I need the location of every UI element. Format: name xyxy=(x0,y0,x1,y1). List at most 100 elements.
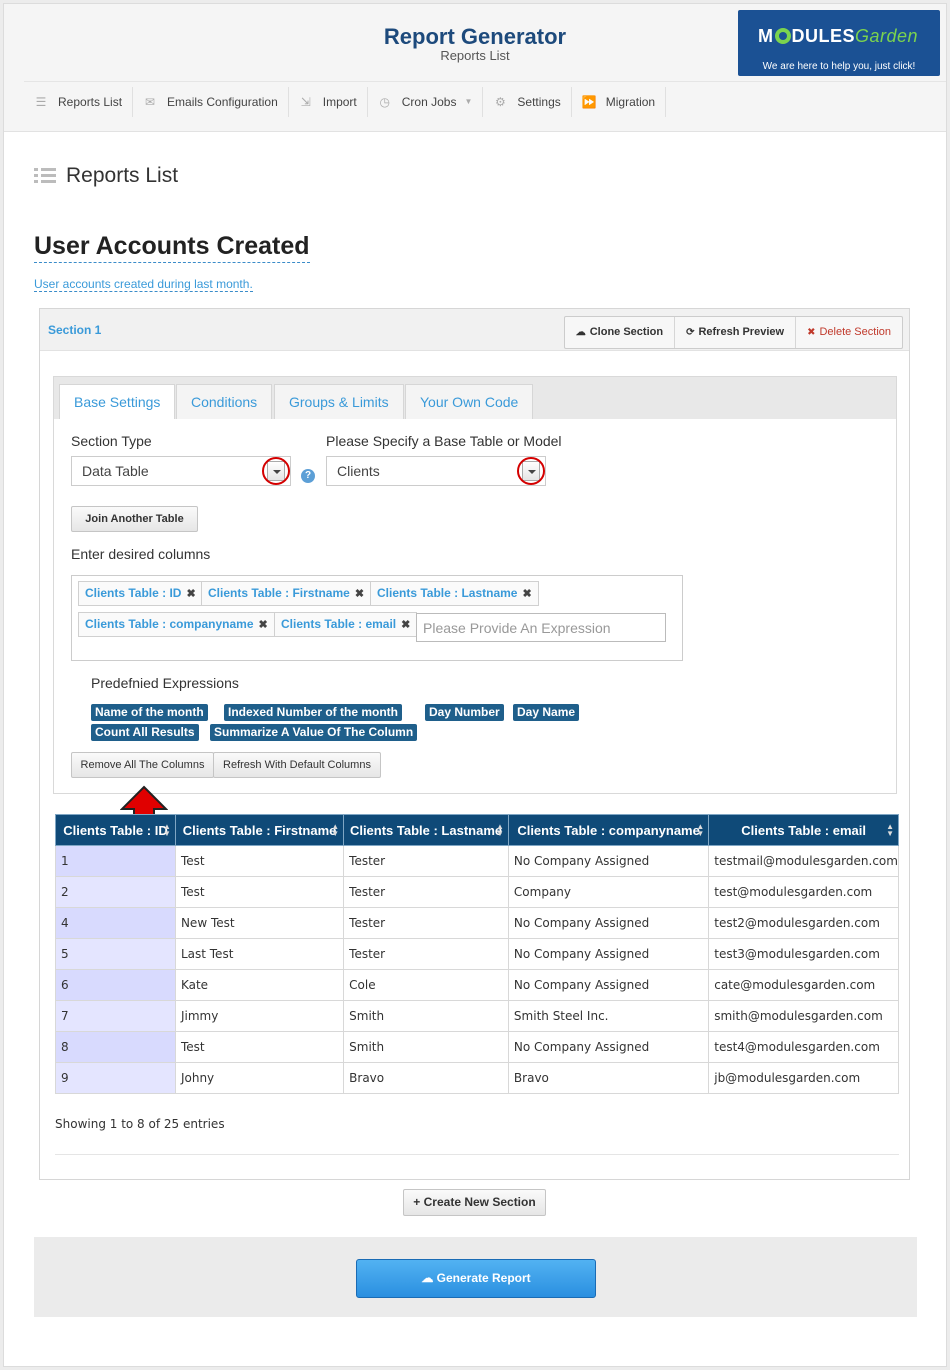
report-name-editable[interactable]: User Accounts Created xyxy=(34,232,310,263)
logo-globe-icon xyxy=(774,28,791,44)
preview-table: Clients Table : ID ▲ ▼ Clients Table : Fir… xyxy=(55,814,899,1094)
cell-companyname: No Company Assigned xyxy=(507,1031,710,1063)
table-row: 2 Test Tester Company test@modulesgarden… xyxy=(55,876,899,908)
report-description-editable[interactable]: User accounts created during last month. xyxy=(34,277,253,292)
remove-chip-icon[interactable]: ✖ xyxy=(522,588,531,600)
generate-report-button[interactable]: ☁ Generate Report xyxy=(356,1259,596,1298)
delete-section-button[interactable]: ✖ Delete Section xyxy=(796,317,902,348)
expression-count-all-results[interactable]: Count All Results xyxy=(91,724,199,741)
nav-import[interactable]: ⇲ Import xyxy=(289,86,368,117)
logo-brand: M DULESGarden xyxy=(758,26,919,46)
column-header-companyname[interactable]: Clients Table : companyname ▲ ▼ xyxy=(507,814,710,846)
sort-icon: ▲ ▼ xyxy=(886,822,894,838)
column-header-id[interactable]: Clients Table : ID ▲ ▼ xyxy=(55,814,176,846)
nav-migration[interactable]: ⏩ Migration xyxy=(572,86,667,117)
refresh-preview-button[interactable]: ⟳ Refresh Preview xyxy=(675,317,797,348)
tab-your-own-code[interactable]: Your Own Code xyxy=(405,384,534,419)
base-table-label: Please Specify a Base Table or Model xyxy=(326,433,562,449)
divider xyxy=(55,1154,899,1155)
join-another-table-button[interactable]: Join Another Table xyxy=(71,506,198,532)
column-chip: Clients Table : ID ✖ xyxy=(78,581,203,606)
cell-firstname: Test xyxy=(174,876,345,908)
cell-firstname: Johny xyxy=(174,1062,345,1094)
cell-email: test4@modulesgarden.com xyxy=(708,1031,899,1063)
remove-chip-icon[interactable]: ✖ xyxy=(355,588,364,600)
cloud-icon: ☁ xyxy=(575,327,586,338)
nav-label: Reports List xyxy=(58,94,123,109)
cell-companyname: No Company Assigned xyxy=(507,938,710,970)
expression-day-number[interactable]: Day Number xyxy=(425,704,504,721)
expression-summarize-value[interactable]: Summarize A Value Of The Column xyxy=(210,724,418,741)
nav-cron-jobs[interactable]: ◷ Cron Jobs ▼ xyxy=(368,86,484,117)
section-type-select[interactable]: Data Table xyxy=(71,456,291,486)
nav-reports-list[interactable]: ☰ Reports List xyxy=(24,86,134,117)
table-row: 7 Jimmy Smith Smith Steel Inc. smith@mod… xyxy=(55,1000,899,1032)
envelope-icon: ✉ xyxy=(145,94,156,109)
section-button-group: ☁ Clone Section ⟳ Refresh Preview ✖ Delete … xyxy=(563,316,903,349)
cell-companyname: No Company Assigned xyxy=(507,907,710,939)
cell-lastname: Bravo xyxy=(343,1062,509,1094)
tab-conditions[interactable]: Conditions xyxy=(176,384,273,419)
cell-email: test@modulesgarden.com xyxy=(708,876,899,908)
column-chip: Clients Table : companyname ✖ xyxy=(78,612,275,637)
remove-chip-icon[interactable]: ✖ xyxy=(186,588,195,600)
section-type-value: Data Table xyxy=(82,463,149,479)
tab-groups-limits[interactable]: Groups & Limits xyxy=(274,384,404,419)
tab-base-settings[interactable]: Base Settings xyxy=(59,384,176,419)
column-chip: Clients Table : email ✖ xyxy=(274,612,418,637)
forward-icon: ⏩ xyxy=(581,94,597,109)
base-table-select[interactable]: Clients xyxy=(326,456,546,486)
cell-id: 7 xyxy=(55,1000,176,1032)
remove-all-columns-button[interactable]: Remove All The Columns xyxy=(71,752,214,778)
logo-tagline: We are here to help you, just click! xyxy=(762,61,916,72)
cell-id: 2 xyxy=(55,876,176,908)
table-row: 6 Kate Cole No Company Assigned cate@mod… xyxy=(55,969,899,1001)
cell-email: testmail@modulesgarden.com xyxy=(708,845,899,877)
section-name[interactable]: Section 1 xyxy=(48,323,101,337)
chevron-down-icon xyxy=(267,461,285,481)
cell-lastname: Smith xyxy=(343,1031,509,1063)
sort-icon: ▲ ▼ xyxy=(496,822,504,838)
section-settings-panel: Base Settings Conditions Groups & Limits… xyxy=(53,376,897,794)
settings-tabs: Base Settings Conditions Groups & Limits… xyxy=(54,377,896,419)
table-row: 8 Test Smith No Company Assigned test4@m… xyxy=(55,1031,899,1063)
cell-lastname: Tester xyxy=(343,938,509,970)
columns-tag-input[interactable]: Clients Table : ID ✖ Clients Table : Firs… xyxy=(71,575,683,661)
cell-id: 5 xyxy=(55,938,176,970)
sort-icon: ▲ ▼ xyxy=(696,822,705,838)
plus-icon: + xyxy=(413,1195,424,1209)
expression-input[interactable] xyxy=(416,613,666,642)
cell-lastname: Tester xyxy=(343,845,509,877)
table-row: 5 Last Test Tester No Company Assigned t… xyxy=(55,938,899,970)
cell-companyname: Company xyxy=(507,876,710,908)
nav-emails-configuration[interactable]: ✉ Emails Configuration xyxy=(133,86,289,117)
expression-day-name[interactable]: Day Name xyxy=(513,704,580,721)
cell-lastname: Tester xyxy=(343,876,509,908)
expression-indexed-number-of-month[interactable]: Indexed Number of the month xyxy=(224,704,403,721)
help-icon[interactable]: ? xyxy=(301,469,315,483)
refresh-default-columns-button[interactable]: Refresh With Default Columns xyxy=(213,752,381,778)
cell-id: 8 xyxy=(55,1031,176,1063)
remove-chip-icon[interactable]: ✖ xyxy=(401,619,410,631)
cell-firstname: Jimmy xyxy=(174,1000,345,1032)
remove-chip-icon[interactable]: ✖ xyxy=(259,619,268,631)
column-header-lastname[interactable]: Clients Table : Lastname ▲ ▼ xyxy=(343,814,509,846)
cell-email: jb@modulesgarden.com xyxy=(708,1062,899,1094)
cell-email: smith@modulesgarden.com xyxy=(708,1000,899,1032)
table-info: Showing 1 to 8 of 25 entries xyxy=(55,1117,225,1131)
cell-firstname: New Test xyxy=(174,907,345,939)
cell-companyname: Smith Steel Inc. xyxy=(507,1000,710,1032)
column-header-firstname[interactable]: Clients Table : Firstname ▲ ▼ xyxy=(174,814,345,846)
cell-firstname: Test xyxy=(174,845,345,877)
nav-settings[interactable]: ⚙ Settings xyxy=(483,86,572,117)
clone-section-button[interactable]: ☁ Clone Section xyxy=(565,317,676,348)
create-new-section-button[interactable]: + Create New Section xyxy=(403,1189,546,1216)
table-row: 4 New Test Tester No Company Assigned te… xyxy=(55,907,899,939)
chevron-down-icon: ▼ xyxy=(464,97,473,106)
modulesgarden-logo[interactable]: M DULESGarden We are here to help you, ju… xyxy=(738,10,940,76)
column-header-email[interactable]: Clients Table : email ▲ ▼ xyxy=(708,814,899,846)
expression-name-of-month[interactable]: Name of the month xyxy=(91,704,208,721)
cell-id: 1 xyxy=(55,845,176,877)
app-header: Report Generator Reports List M DULESGard… xyxy=(4,4,946,132)
cell-id: 6 xyxy=(55,969,176,1001)
